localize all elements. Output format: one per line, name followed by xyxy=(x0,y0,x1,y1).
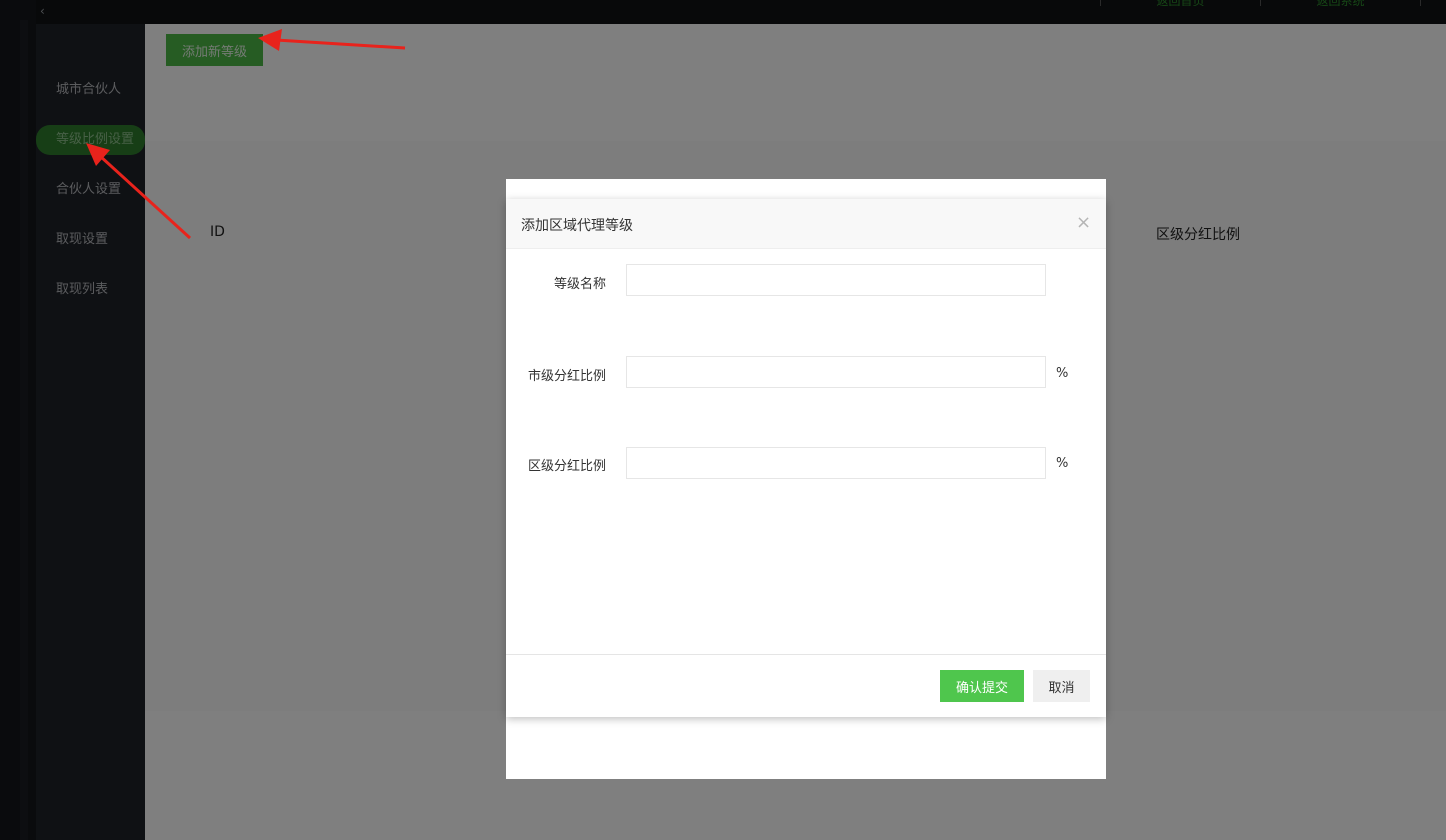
city-ratio-input[interactable] xyxy=(626,356,1046,388)
level-name-input[interactable] xyxy=(626,264,1046,296)
submit-button[interactable]: 确认提交 xyxy=(940,670,1024,702)
cancel-button[interactable]: 取消 xyxy=(1033,670,1090,702)
dialog-footer: 确认提交 取消 xyxy=(506,654,1106,717)
close-icon[interactable]: × xyxy=(1076,213,1091,233)
district-ratio-unit: % xyxy=(1056,456,1069,471)
district-ratio-label: 区级分红比例 xyxy=(527,459,606,474)
district-ratio-input[interactable] xyxy=(626,447,1046,479)
add-level-dialog: 添加区域代理等级 × 等级名称 市级分红比例 % 区级分红比例 % 确认提交 取… xyxy=(506,199,1106,717)
dialog-header: 添加区域代理等级 × xyxy=(506,199,1106,249)
app-window: ‹ 返回首页 返回系统 城市合伙人 等级比例设置 合伙人设置 取现设置 取现列表… xyxy=(0,0,1446,840)
level-name-label: 等级名称 xyxy=(553,277,606,292)
city-ratio-label: 市级分红比例 xyxy=(527,369,606,384)
dialog-title: 添加区域代理等级 xyxy=(521,218,633,234)
city-ratio-unit: % xyxy=(1056,366,1069,381)
